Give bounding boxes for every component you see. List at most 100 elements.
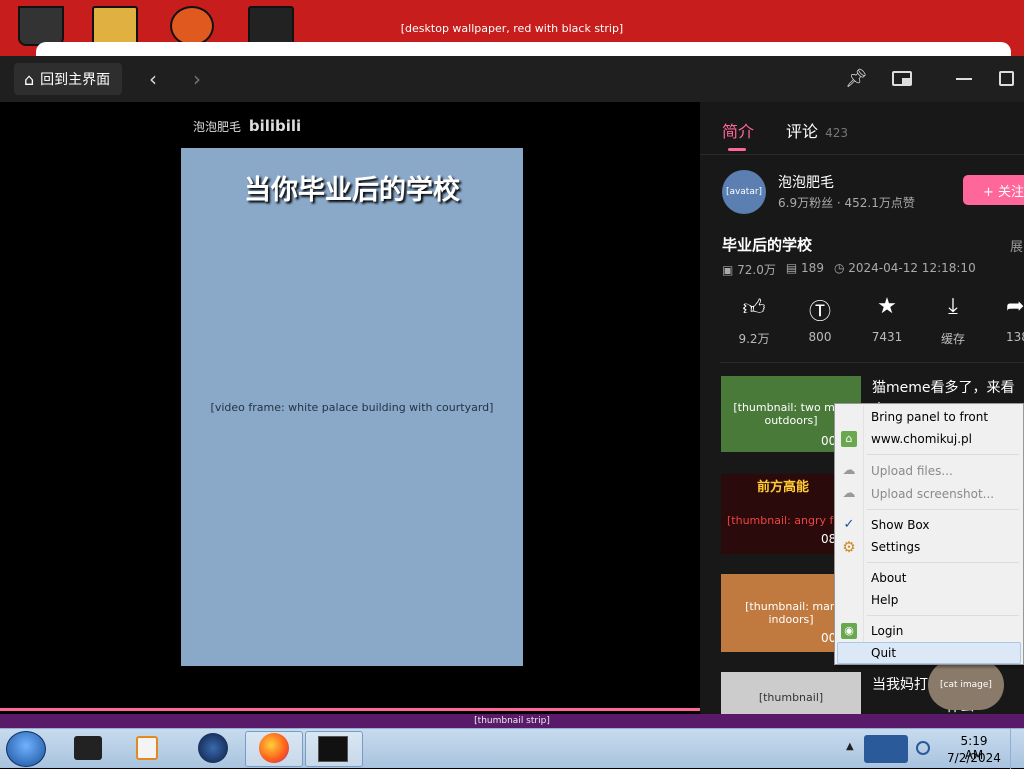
picture-in-picture-icon[interactable]	[892, 71, 912, 86]
recycle-bin-icon[interactable]	[18, 6, 64, 46]
menu-item-label: Upload screenshot...	[871, 487, 995, 501]
share-button[interactable]: ➦ 138	[990, 294, 1024, 344]
home-button-label: 回到主界面	[40, 72, 111, 88]
uploader-name[interactable]: 泡泡肥毛	[778, 172, 834, 192]
menu-item-label: Help	[871, 593, 899, 607]
tray-app-icon[interactable]	[864, 735, 908, 763]
pin-icon[interactable]: 📌︎	[845, 66, 868, 92]
home-icon: ⌂	[24, 69, 35, 89]
start-orb-icon[interactable]	[6, 731, 46, 767]
recommendation-thumbnail[interactable]: [thumbnail]	[721, 672, 861, 714]
home-button[interactable]: ⌂ 回到主界面	[14, 63, 123, 95]
bilibili-logo: bilibili	[248, 117, 302, 135]
menu-item-upload-screenshot[interactable]: ☁ Upload screenshot...	[837, 483, 1021, 505]
taskbar-globe-app[interactable]	[184, 731, 242, 767]
desktop-wallpaper: [desktop wallpaper, red with black strip…	[0, 0, 1024, 56]
star-icon: ★	[877, 294, 897, 319]
menu-item-label: www.chomikuj.pl	[871, 432, 973, 446]
menu-item-settings[interactable]: ⚙ Settings	[837, 536, 1021, 558]
minimize-icon[interactable]	[956, 78, 972, 80]
tabs-divider	[700, 154, 1024, 155]
maximize-icon[interactable]	[999, 71, 1014, 86]
publish-date-value: 2024-04-12 12:18:10	[848, 261, 976, 275]
menu-item-website[interactable]: ⌂ www.chomikuj.pl	[837, 428, 1021, 450]
chevron-left-icon[interactable]: ‹	[149, 66, 157, 92]
tab-comments[interactable]: 评论 423	[786, 118, 848, 142]
video-title: 毕业后的学校	[722, 236, 813, 254]
download-button[interactable]: ⤓ 缓存	[923, 294, 983, 347]
expand-description-button[interactable]: 展	[1010, 236, 1023, 255]
show-hidden-icons-icon[interactable]: ▲	[846, 741, 854, 752]
actions-divider	[720, 362, 1024, 363]
publish-date: ◷ 2024-04-12 12:18:10	[834, 261, 976, 278]
clock-date[interactable]: 7/2/2024	[945, 751, 1003, 765]
thumbnail-caption: 前方高能	[757, 480, 810, 495]
tab-intro[interactable]: 简介	[722, 118, 754, 142]
desktop-white-band	[36, 42, 1011, 56]
share-icon: ➦	[1006, 294, 1024, 319]
app-shortcut-icon[interactable]	[170, 6, 214, 46]
tab-comments-label: 评论	[786, 122, 819, 141]
taskbar-media-player[interactable]	[118, 731, 176, 767]
media-player-icon	[136, 736, 158, 760]
menu-item-show-box[interactable]: ✓ Show Box	[837, 514, 1021, 536]
thumbs-up-icon: 👍︎	[742, 296, 766, 321]
view-count: ▣ 72.0万	[722, 261, 776, 278]
video-progress-bar[interactable]	[0, 708, 700, 711]
danmaku-count: ▤ 189	[786, 261, 824, 278]
menu-item-label: Upload files...	[871, 464, 953, 478]
uploader-stats: 6.9万粉丝 · 452.1万点赞	[778, 196, 915, 210]
follow-button[interactable]: + 关注	[963, 175, 1024, 205]
pip-inner	[902, 78, 910, 84]
folder-shortcut-icon[interactable]	[92, 6, 138, 46]
menu-item-label: Bring panel to front	[871, 410, 989, 424]
like-button[interactable]: 👍︎ 9.2万	[724, 294, 784, 347]
active-tab-indicator	[728, 148, 746, 151]
globe-app-icon	[198, 733, 228, 763]
menu-separator	[867, 509, 1019, 510]
danmaku-count-value: 189	[801, 261, 824, 275]
menu-item-label: Quit	[871, 646, 897, 660]
favorite-button[interactable]: ★ 7431	[857, 294, 917, 344]
avatar[interactable]: [avatar]	[722, 170, 766, 214]
gear-icon: ⚙	[842, 538, 856, 556]
network-icon[interactable]	[916, 741, 930, 755]
coin-count: 800	[808, 330, 832, 344]
progress-fill	[0, 708, 700, 711]
taskbar-terminal-app[interactable]	[305, 731, 363, 767]
video-watermark: 泡泡肥毛 bilibili	[193, 117, 301, 135]
menu-item-quit[interactable]: Quit	[837, 642, 1021, 664]
share-count: 138	[1006, 330, 1024, 344]
bottom-thumbnail-strip: [thumbnail strip]	[0, 714, 1024, 728]
upload-icon: ☁	[842, 463, 856, 478]
like-count: 9.2万	[738, 332, 770, 346]
play-icon: ▣	[722, 263, 738, 277]
video-overlay-title: 当你毕业后的学校	[244, 175, 460, 206]
clock-icon: ◷	[833, 261, 849, 275]
menu-item-about[interactable]: About	[837, 567, 1021, 589]
chevron-right-icon[interactable]: ›	[193, 66, 201, 92]
show-desktop-button[interactable]	[1010, 729, 1024, 769]
menu-item-label: Settings	[871, 540, 921, 554]
menu-item-upload-files[interactable]: ☁ Upload files...	[837, 460, 1021, 482]
menu-item-bring-to-front[interactable]: Bring panel to front	[837, 406, 1021, 428]
coin-button[interactable]: Ⓣ 800	[790, 294, 850, 344]
menu-separator	[867, 615, 1019, 616]
video-frame[interactable]: [video frame: white palace building with…	[181, 148, 523, 666]
menu-item-help[interactable]: Help	[837, 589, 1021, 611]
cat-sticker: [cat image]	[928, 660, 1004, 710]
view-count-value: 72.0万	[737, 263, 776, 277]
upload-screenshot-icon: ☁	[842, 486, 856, 501]
terminal-app-icon	[318, 736, 348, 762]
menu-item-login[interactable]: ◉ Login	[837, 620, 1021, 642]
taskbar-firefox[interactable]	[245, 731, 303, 767]
black-box-app-icon	[74, 736, 102, 760]
watermark-author: 泡泡肥毛	[193, 120, 242, 134]
coin-icon: Ⓣ	[808, 300, 831, 325]
favorite-count: 7431	[871, 330, 903, 344]
terminal-shortcut-icon[interactable]	[248, 6, 294, 46]
tray-context-menu: Bring panel to front ⌂ www.chomikuj.pl ☁…	[834, 403, 1024, 665]
login-icon: ◉	[841, 623, 857, 639]
taskbar-black-box-app[interactable]	[58, 731, 116, 767]
menu-separator	[867, 454, 1019, 455]
